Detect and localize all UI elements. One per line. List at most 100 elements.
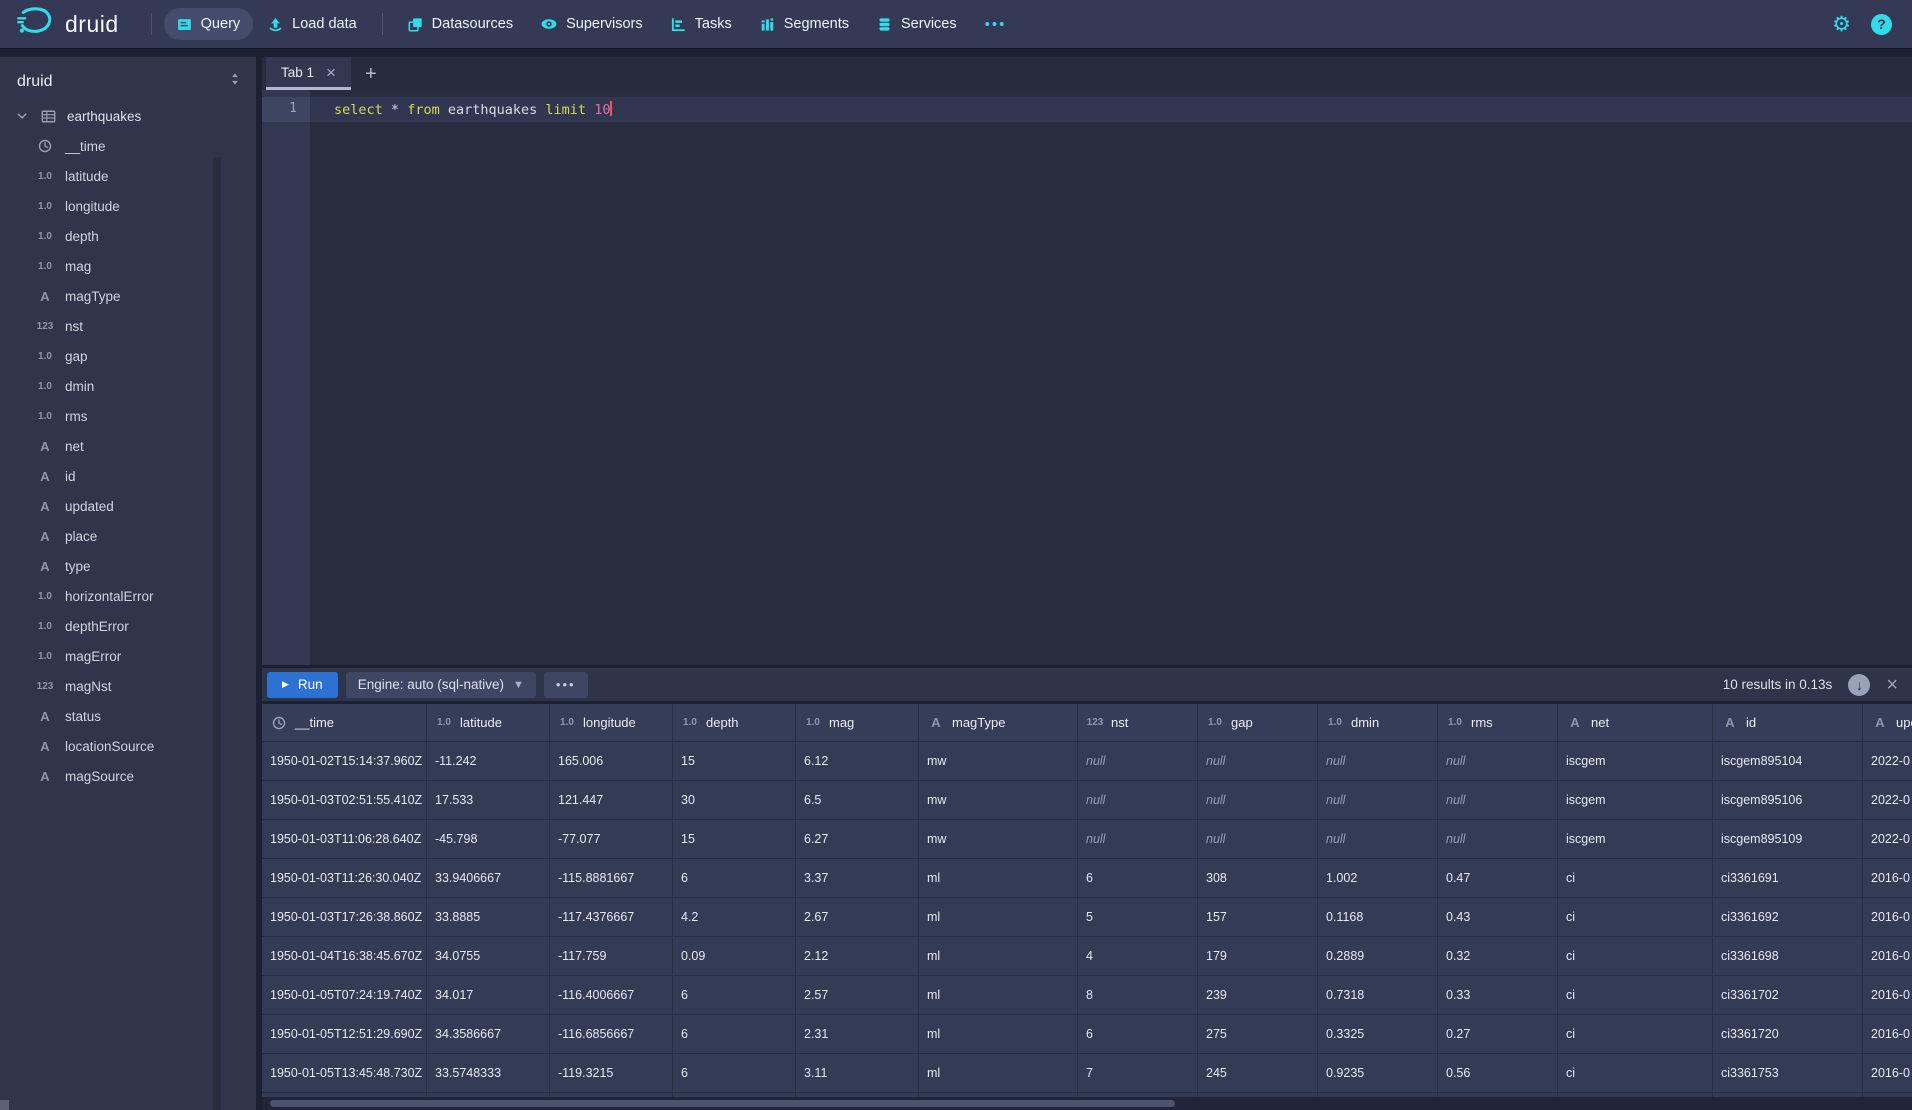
table-cell-depth[interactable]: 15 — [673, 742, 796, 781]
table-cell-mag[interactable]: 2.67 — [796, 898, 919, 937]
column-header-rms[interactable]: 1.0rms — [1438, 704, 1558, 742]
column-header-depth[interactable]: 1.0depth — [673, 704, 796, 742]
table-cell-rms[interactable]: 0.27 — [1438, 1015, 1558, 1054]
column-header-__time[interactable]: __time — [262, 704, 427, 742]
table-cell-rms[interactable]: 0.33 — [1438, 976, 1558, 1015]
table-cell-net[interactable]: ci — [1558, 976, 1713, 1015]
sql-editor[interactable]: 1 select * from earthquakes limit 10 — [262, 90, 1912, 665]
column-header-gap[interactable]: 1.0gap — [1198, 704, 1318, 742]
table-cell-latitude[interactable]: 17.533 — [427, 781, 550, 820]
table-cell-id[interactable]: ci3361691 — [1713, 859, 1863, 898]
table-cell-mag[interactable]: 6.5 — [796, 781, 919, 820]
table-cell-__time[interactable]: 1950-01-03T11:26:30.040Z — [262, 859, 427, 898]
table-cell-longitude[interactable]: 121.447 — [550, 781, 673, 820]
table-cell-latitude[interactable]: -45.798 — [427, 820, 550, 859]
table-cell-nst[interactable]: 7 — [1078, 1054, 1198, 1093]
table-cell-id[interactable]: iscgem895109 — [1713, 820, 1863, 859]
table-cell-longitude[interactable]: -116.4006667 — [550, 976, 673, 1015]
column-header-latitude[interactable]: 1.0latitude — [427, 704, 550, 742]
table-cell-__time[interactable]: 1950-01-05T13:45:48.730Z — [262, 1054, 427, 1093]
table-cell-net[interactable]: iscgem — [1558, 781, 1713, 820]
table-cell-updated[interactable]: 2016-0 — [1863, 1015, 1912, 1054]
horizontal-scrollbar-thumb[interactable] — [270, 1100, 1175, 1107]
table-cell-longitude[interactable]: -117.759 — [550, 937, 673, 976]
nav-item-services[interactable]: Services — [864, 8, 970, 40]
column-header-magType[interactable]: AmagType — [919, 704, 1078, 742]
table-cell-net[interactable]: ci — [1558, 1015, 1713, 1054]
table-cell-depth[interactable]: 0.09 — [673, 937, 796, 976]
table-cell-magType[interactable]: ml — [919, 1054, 1078, 1093]
table-cell-gap[interactable]: 275 — [1198, 1015, 1318, 1054]
table-cell-dmin[interactable]: 0.3325 — [1318, 1015, 1438, 1054]
table-cell-latitude[interactable]: 33.5748333 — [427, 1054, 550, 1093]
sql-code-line[interactable]: select * from earthquakes limit 10 — [334, 101, 612, 118]
table-cell-dmin[interactable]: null — [1318, 820, 1438, 859]
table-cell-gap[interactable]: null — [1198, 781, 1318, 820]
table-cell-magType[interactable]: ml — [919, 1015, 1078, 1054]
table-cell-mag[interactable]: 2.31 — [796, 1015, 919, 1054]
query-more-button[interactable]: ••• — [544, 672, 588, 698]
table-cell-__time[interactable]: 1950-01-02T15:14:37.960Z — [262, 742, 427, 781]
editor-current-line[interactable]: 1 select * from earthquakes limit 10 — [262, 97, 1912, 122]
tab-1[interactable]: Tab 1 × — [266, 57, 351, 90]
column-header-id[interactable]: Aid — [1713, 704, 1863, 742]
table-cell-nst[interactable]: null — [1078, 781, 1198, 820]
table-cell-net[interactable]: ci — [1558, 1054, 1713, 1093]
column-header-dmin[interactable]: 1.0dmin — [1318, 704, 1438, 742]
table-cell-mag[interactable]: 6.27 — [796, 820, 919, 859]
tab-close-icon[interactable]: × — [326, 64, 336, 81]
table-cell-net[interactable]: iscgem — [1558, 742, 1713, 781]
nav-more-button[interactable]: ••• — [972, 8, 1020, 40]
table-cell-depth[interactable]: 15 — [673, 820, 796, 859]
table-cell-depth[interactable]: 6 — [673, 976, 796, 1015]
table-cell-gap[interactable]: null — [1198, 742, 1318, 781]
table-cell-updated[interactable]: 2022-0 — [1863, 781, 1912, 820]
table-cell-__time[interactable]: 1950-01-03T17:26:38.860Z — [262, 898, 427, 937]
sidebar-scrollbar-track[interactable] — [213, 157, 221, 1110]
table-cell-rms[interactable]: 0.56 — [1438, 1054, 1558, 1093]
table-cell-dmin[interactable]: null — [1318, 781, 1438, 820]
table-cell-gap[interactable]: 245 — [1198, 1054, 1318, 1093]
table-cell-net[interactable]: ci — [1558, 898, 1713, 937]
run-button[interactable]: ▶ Run — [267, 672, 338, 698]
table-cell-dmin[interactable]: 0.9235 — [1318, 1054, 1438, 1093]
table-cell-latitude[interactable]: 34.017 — [427, 976, 550, 1015]
download-icon[interactable]: ↓ — [1848, 674, 1870, 696]
table-cell-dmin[interactable]: null — [1318, 742, 1438, 781]
table-cell-magType[interactable]: mw — [919, 742, 1078, 781]
table-cell-longitude[interactable]: -77.077 — [550, 820, 673, 859]
horizontal-scrollbar-track[interactable] — [262, 1097, 1912, 1110]
add-tab-button[interactable]: + — [365, 63, 377, 90]
table-cell-magType[interactable]: ml — [919, 898, 1078, 937]
column-header-longitude[interactable]: 1.0longitude — [550, 704, 673, 742]
table-cell-id[interactable]: ci3361692 — [1713, 898, 1863, 937]
druid-logo[interactable]: druid — [0, 6, 119, 42]
table-cell-depth[interactable]: 30 — [673, 781, 796, 820]
table-cell-dmin[interactable]: 1.002 — [1318, 859, 1438, 898]
table-cell-id[interactable]: iscgem895104 — [1713, 742, 1863, 781]
table-cell-rms[interactable]: null — [1438, 820, 1558, 859]
table-cell-magType[interactable]: ml — [919, 976, 1078, 1015]
settings-gear-icon[interactable]: ⚙ — [1832, 14, 1851, 35]
table-cell-rms[interactable]: null — [1438, 742, 1558, 781]
table-cell-updated[interactable]: 2022-0 — [1863, 820, 1912, 859]
close-results-icon[interactable]: × — [1886, 675, 1898, 695]
nav-item-datasources[interactable]: Datasources — [395, 8, 526, 40]
column-header-net[interactable]: Anet — [1558, 704, 1713, 742]
table-cell-magType[interactable]: mw — [919, 781, 1078, 820]
table-cell-magType[interactable]: ml — [919, 937, 1078, 976]
table-cell-gap[interactable]: 157 — [1198, 898, 1318, 937]
table-cell-longitude[interactable]: -115.8881667 — [550, 859, 673, 898]
nav-item-segments[interactable]: Segments — [747, 8, 862, 40]
nav-item-query[interactable]: Query — [164, 8, 254, 40]
table-cell-dmin[interactable]: 0.7318 — [1318, 976, 1438, 1015]
table-cell-mag[interactable]: 3.37 — [796, 859, 919, 898]
table-cell-depth[interactable]: 6 — [673, 1015, 796, 1054]
table-cell-latitude[interactable]: 33.8885 — [427, 898, 550, 937]
table-cell-__time[interactable]: 1950-01-03T02:51:55.410Z — [262, 781, 427, 820]
table-cell-magType[interactable]: mw — [919, 820, 1078, 859]
table-cell-id[interactable]: ci3361702 — [1713, 976, 1863, 1015]
table-cell-id[interactable]: ci3361720 — [1713, 1015, 1863, 1054]
table-cell-nst[interactable]: 5 — [1078, 898, 1198, 937]
table-cell-net[interactable]: iscgem — [1558, 820, 1713, 859]
